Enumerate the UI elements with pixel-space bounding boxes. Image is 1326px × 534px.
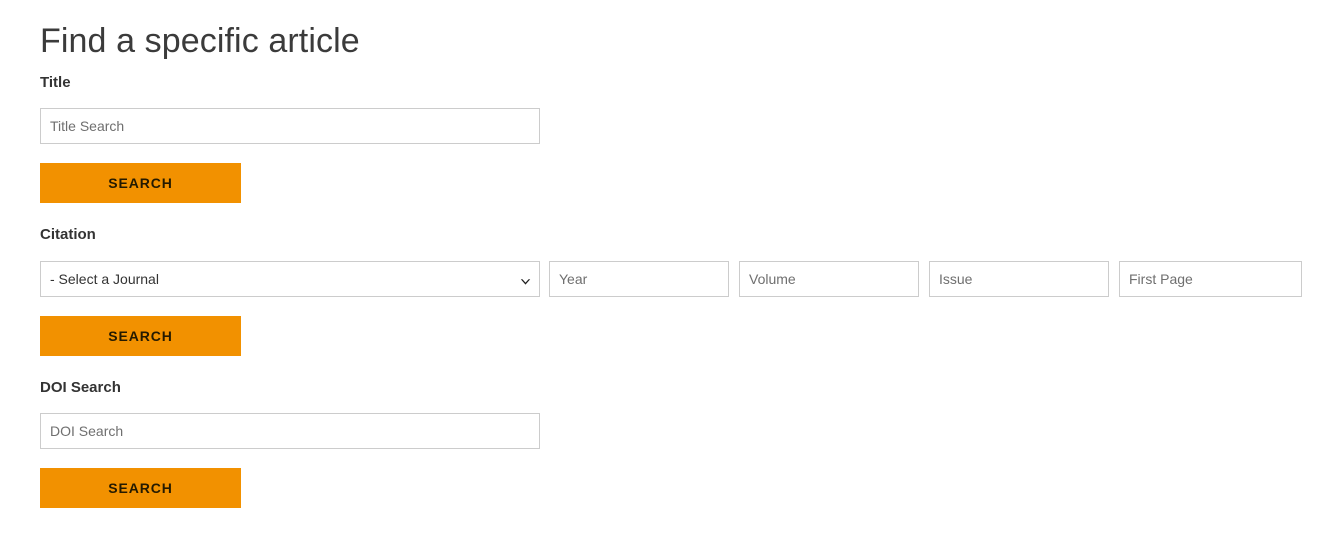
citation-search-button[interactable]: SEARCH: [40, 316, 241, 356]
title-field-label: Title: [40, 74, 71, 91]
title-search-input[interactable]: [40, 108, 540, 144]
citation-first-page-input[interactable]: [1119, 261, 1302, 297]
journal-select[interactable]: - Select a Journal: [40, 261, 540, 297]
citation-issue-input[interactable]: [929, 261, 1109, 297]
doi-search-input[interactable]: [40, 413, 540, 449]
journal-select-value[interactable]: - Select a Journal: [40, 261, 540, 297]
citation-year-input[interactable]: [549, 261, 729, 297]
find-article-form: Find a specific article Title SEARCH Cit…: [0, 0, 1326, 534]
doi-search-button[interactable]: SEARCH: [40, 468, 241, 508]
doi-field-label: DOI Search: [40, 379, 121, 396]
citation-field-label: Citation: [40, 226, 96, 243]
citation-volume-input[interactable]: [739, 261, 919, 297]
page-title: Find a specific article: [40, 21, 360, 60]
title-search-button[interactable]: SEARCH: [40, 163, 241, 203]
